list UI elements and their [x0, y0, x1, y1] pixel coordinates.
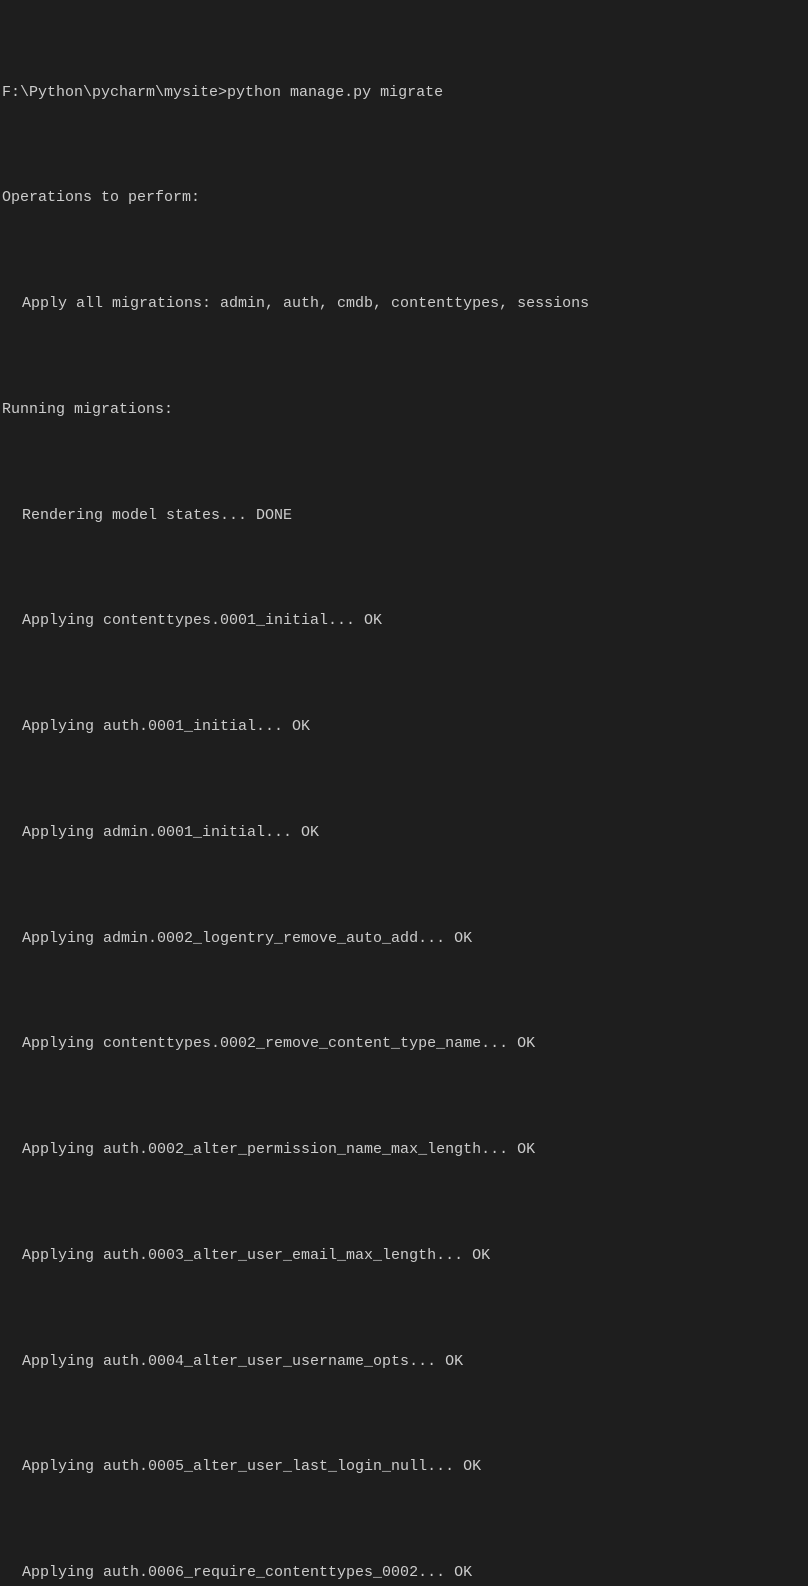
migration-line: Applying admin.0001_initial... OK: [2, 815, 806, 850]
running-migrations-header: Running migrations:: [2, 392, 806, 427]
rendering-states: Rendering model states... DONE: [2, 498, 806, 533]
migration-line: Applying contenttypes.0002_remove_conten…: [2, 1026, 806, 1061]
terminal-output[interactable]: F:\Python\pycharm\mysite>python manage.p…: [2, 4, 806, 1586]
migration-line: Applying auth.0002_alter_permission_name…: [2, 1132, 806, 1167]
prompt-path: F:\Python\pycharm\mysite>: [2, 84, 227, 101]
apply-all-migrations: Apply all migrations: admin, auth, cmdb,…: [2, 286, 806, 321]
migration-line: Applying auth.0001_initial... OK: [2, 709, 806, 744]
migration-line: Applying auth.0005_alter_user_last_login…: [2, 1449, 806, 1484]
migration-line: Applying auth.0003_alter_user_email_max_…: [2, 1238, 806, 1273]
operations-header: Operations to perform:: [2, 180, 806, 215]
command-prompt-line: F:\Python\pycharm\mysite>python manage.p…: [2, 75, 806, 110]
migration-line: Applying contenttypes.0001_initial... OK: [2, 603, 806, 638]
command-text: python manage.py migrate: [227, 84, 443, 101]
migration-line: Applying admin.0002_logentry_remove_auto…: [2, 921, 806, 956]
migration-line: Applying auth.0006_require_contenttypes_…: [2, 1555, 806, 1586]
migration-line: Applying auth.0004_alter_user_username_o…: [2, 1344, 806, 1379]
